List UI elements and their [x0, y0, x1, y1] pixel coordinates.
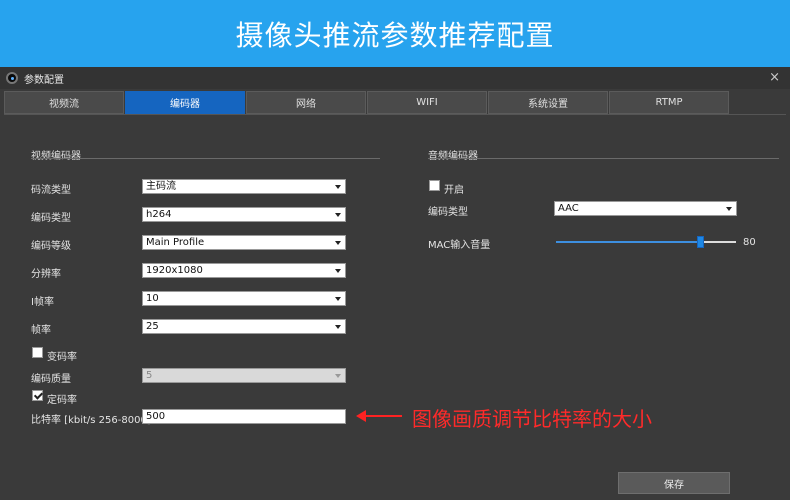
frame-rate-label: 帧率: [31, 325, 51, 336]
annotation-arrow: [364, 415, 402, 417]
quality-label: 编码质量: [31, 374, 71, 385]
chevron-down-icon: [335, 297, 341, 301]
audio-encoder-divider: [428, 158, 779, 159]
audio-encode-type-label: 编码类型: [428, 207, 468, 218]
window-titlebar: 参数配置 ×: [0, 67, 790, 89]
encode-type-label: 编码类型: [31, 213, 71, 224]
tab-encoder[interactable]: 编码器: [125, 91, 245, 114]
encode-type-select[interactable]: h264: [142, 207, 346, 222]
cbr-checkbox[interactable]: [32, 390, 43, 401]
vbr-label: 变码率: [47, 352, 77, 363]
tab-rtmp[interactable]: RTMP: [609, 91, 729, 114]
tab-system-settings[interactable]: 系统设置: [488, 91, 608, 114]
mac-volume-slider-track[interactable]: [556, 241, 736, 243]
stream-type-label: 码流类型: [31, 185, 71, 196]
video-encoder-title: 视频编码器: [31, 151, 81, 162]
quality-value: 5: [146, 370, 153, 381]
save-button[interactable]: 保存: [618, 472, 730, 494]
i-frame-label: I帧率: [31, 297, 54, 308]
encode-level-label: 编码等级: [31, 241, 71, 252]
tab-wifi[interactable]: WIFI: [367, 91, 487, 114]
stream-type-select[interactable]: 主码流: [142, 179, 346, 194]
frame-rate-value: 25: [146, 321, 159, 332]
audio-encode-type-value: AAC: [558, 203, 579, 214]
chevron-down-icon: [335, 213, 341, 217]
banner-title: 摄像头推流参数推荐配置: [235, 18, 555, 52]
quality-select: 5: [142, 368, 346, 383]
chevron-down-icon: [726, 207, 732, 211]
i-frame-select[interactable]: 10: [142, 291, 346, 306]
cbr-label: 定码率: [47, 395, 77, 406]
encode-level-value: Main Profile: [146, 237, 205, 248]
chevron-down-icon: [335, 241, 341, 245]
chevron-down-icon: [335, 325, 341, 329]
vbr-checkbox[interactable]: [32, 347, 43, 358]
bitrate-label: 比特率 [kbit/s 256-8000]: [31, 415, 151, 426]
chevron-down-icon: [335, 269, 341, 273]
i-frame-value: 10: [146, 293, 159, 304]
promo-banner: 摄像头推流参数推荐配置: [0, 0, 790, 67]
audio-encode-type-select[interactable]: AAC: [554, 201, 737, 216]
tab-bar: 视频流 编码器 网络 WIFI 系统设置 RTMP: [4, 91, 730, 114]
mac-volume-label: MAC输入音量: [428, 240, 491, 251]
audio-encoder-title: 音频编码器: [428, 151, 478, 162]
video-encoder-divider: [31, 158, 380, 159]
mac-volume-value: 80: [743, 237, 756, 248]
frame-rate-select[interactable]: 25: [142, 319, 346, 334]
app-camera-icon: [6, 72, 18, 84]
encode-level-select[interactable]: Main Profile: [142, 235, 346, 250]
tab-video-stream[interactable]: 视频流: [4, 91, 124, 114]
encode-type-value: h264: [146, 209, 172, 220]
audio-enable-checkbox[interactable]: [429, 180, 440, 191]
annotation-text: 图像画质调节比特率的大小: [412, 407, 652, 431]
chevron-down-icon: [335, 185, 341, 189]
mac-volume-slider-thumb[interactable]: [696, 236, 704, 248]
window-title: 参数配置: [24, 74, 64, 86]
resolution-label: 分辨率: [31, 269, 61, 280]
audio-enable-label: 开启: [444, 185, 464, 196]
close-icon[interactable]: ×: [769, 70, 780, 86]
resolution-value: 1920x1080: [146, 265, 203, 276]
tab-network[interactable]: 网络: [246, 91, 366, 114]
mac-volume-slider-fill: [556, 241, 700, 243]
stream-type-value: 主码流: [146, 181, 176, 192]
chevron-down-icon: [335, 374, 341, 378]
resolution-select[interactable]: 1920x1080: [142, 263, 346, 278]
encoder-panel: [4, 114, 786, 500]
bitrate-input[interactable]: 500: [142, 409, 346, 424]
